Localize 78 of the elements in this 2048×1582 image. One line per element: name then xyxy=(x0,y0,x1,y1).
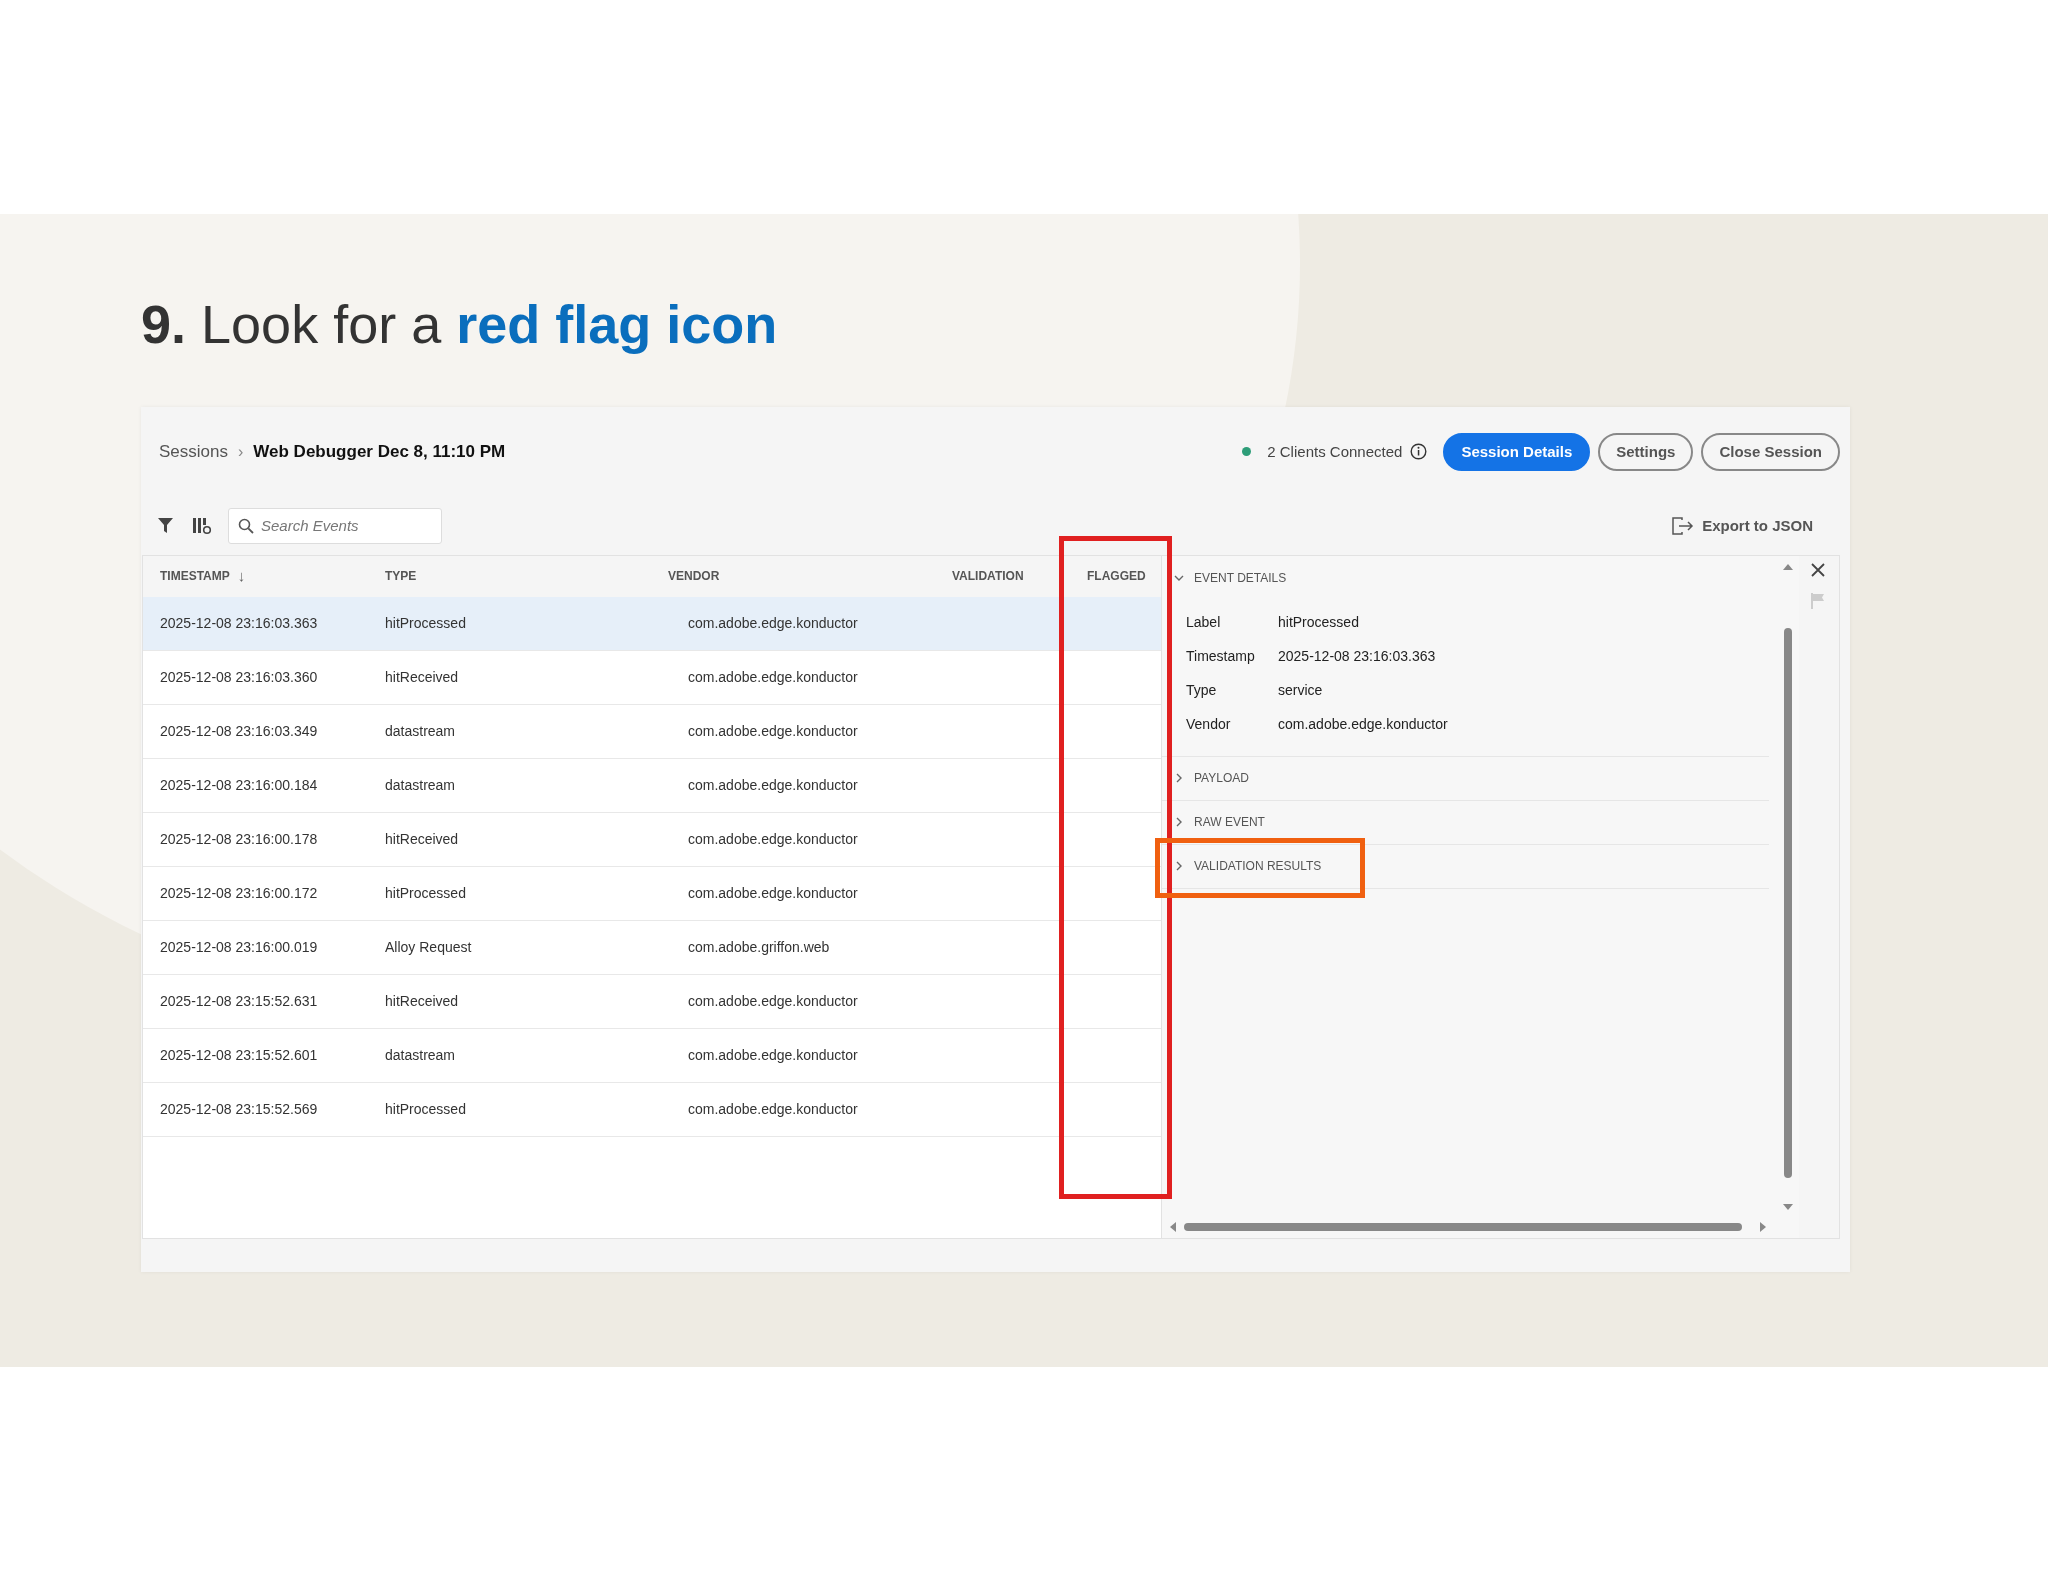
close-session-button[interactable]: Close Session xyxy=(1701,432,1840,471)
section-header[interactable]: EVENT DETAILS xyxy=(1194,568,1287,587)
session-details-button[interactable]: Session Details xyxy=(1443,432,1591,471)
settings-button[interactable]: Settings xyxy=(1598,432,1694,471)
field-label: Label xyxy=(1186,613,1222,633)
field-label: Timestamp xyxy=(1186,647,1256,667)
columns-settings-icon[interactable] xyxy=(192,516,212,535)
timestamp-cell-text: 2025-12-08 23:16:00.019 xyxy=(159,937,319,957)
type-cell-text: hitProcessed xyxy=(384,1099,467,1119)
field-value: hitProcessed xyxy=(1278,613,1359,633)
export-link[interactable]: Export to JSON xyxy=(1702,514,1813,538)
vendor-cell-text: com.adobe.edge.konductor xyxy=(687,1099,859,1119)
table-row[interactable]: 2025-12-08 23:16:00.178 hitReceived com.adobe.edge.konductor xyxy=(143,812,1059,867)
timestamp-cell-text: 2025-12-08 23:16:03.349 xyxy=(159,721,319,741)
column-header[interactable]: FLAGGED xyxy=(1087,567,1146,586)
column-header[interactable]: VENDOR xyxy=(668,567,720,586)
column-header[interactable]: TIMESTAMP xyxy=(160,567,230,586)
type-cell-text: datastream xyxy=(384,721,457,741)
chevron-right-icon[interactable] xyxy=(1174,817,1184,828)
vendor-cell-text: com.adobe.griffon.web xyxy=(687,937,831,957)
vendor-cell-text: com.adobe.edge.konductor xyxy=(687,667,859,687)
timestamp-cell-text: 2025-12-08 23:16:03.360 xyxy=(159,667,319,687)
table-row[interactable]: 2025-12-08 23:15:52.631 hitReceived com.adobe.edge.konductor xyxy=(143,974,1059,1029)
timestamp-cell-text: 2025-12-08 23:15:52.569 xyxy=(159,1099,319,1119)
breadcrumb-link[interactable]: Sessions xyxy=(151,439,228,465)
type-cell-text: hitReceived xyxy=(384,829,460,849)
timestamp-cell-text: 2025-12-08 23:16:00.184 xyxy=(159,775,319,795)
section-header[interactable]: PAYLOAD xyxy=(1194,769,1249,788)
section-header[interactable]: RAW EVENT xyxy=(1194,813,1265,832)
type-cell-text: hitProcessed xyxy=(384,613,467,633)
table-row[interactable]: 2025-12-08 23:16:03.349 datastream com.adobe.edge.konductor xyxy=(143,704,1059,759)
vendor-cell-text: com.adobe.edge.konductor xyxy=(687,613,859,633)
timestamp-cell-text: 2025-12-08 23:16:03.363 xyxy=(159,613,319,633)
search-icon xyxy=(238,517,254,534)
slide-title: 9. Look for a red flag icon xyxy=(141,293,779,356)
column-header[interactable]: TYPE xyxy=(385,567,417,586)
table-row[interactable]: 2025-12-08 23:16:00.172 hitProcessed com.adobe.edge.konductor xyxy=(143,866,1059,921)
info-icon[interactable] xyxy=(1410,443,1428,461)
timestamp-cell-text: 2025-12-08 23:16:00.178 xyxy=(159,829,319,849)
search-field[interactable]: Search Events xyxy=(228,507,442,544)
field-value: com.adobe.edge.konductor xyxy=(1278,715,1448,735)
section-header[interactable]: VALIDATION RESULTS xyxy=(1194,857,1322,876)
sort-arrow-icon[interactable]: ↓ xyxy=(237,565,246,588)
vendor-cell-text: com.adobe.edge.konductor xyxy=(687,991,859,1011)
table-row[interactable]: 2025-12-08 23:16:00.019 Alloy Request com.adobe.griffon.web xyxy=(143,920,1059,975)
filter-icon[interactable] xyxy=(157,517,174,535)
type-cell-text: Alloy Request xyxy=(384,937,473,957)
chevron-right-icon[interactable] xyxy=(1174,773,1184,784)
type-cell-text: datastream xyxy=(384,775,457,795)
type-cell-text: datastream xyxy=(384,1045,457,1065)
close-icon[interactable] xyxy=(1810,561,1826,578)
horizontal-scrollbar[interactable] xyxy=(1168,1219,1768,1234)
timestamp-cell-text: 2025-12-08 23:15:52.601 xyxy=(159,1045,319,1065)
vendor-cell-text: com.adobe.edge.konductor xyxy=(687,1045,859,1065)
export-icon[interactable] xyxy=(1672,516,1695,535)
type-cell-text: hitReceived xyxy=(384,667,460,687)
table-row[interactable]: 2025-12-08 23:16:00.184 datastream com.adobe.edge.konductor xyxy=(143,758,1059,813)
vendor-cell-text: com.adobe.edge.konductor xyxy=(687,883,859,903)
field-label: Vendor xyxy=(1186,715,1232,735)
type-cell-text: hitProcessed xyxy=(384,883,467,903)
field-value: service xyxy=(1278,681,1323,701)
timestamp-cell-text: 2025-12-08 23:15:52.631 xyxy=(159,991,319,1011)
field-value: 2025-12-08 23:16:03.363 xyxy=(1278,647,1436,667)
column-header[interactable]: VALIDATION xyxy=(952,567,1024,586)
table-row[interactable]: 2025-12-08 23:16:03.363 hitProcessed com.adobe.edge.konductor xyxy=(143,596,1059,651)
type-cell-text: hitReceived xyxy=(384,991,460,1011)
breadcrumb-current: Web Debugger Dec 8, 11:10 PM xyxy=(253,441,506,464)
breadcrumb-separator: › xyxy=(238,441,244,462)
table-row[interactable]: 2025-12-08 23:15:52.569 hitProcessed com.adobe.edge.konductor xyxy=(143,1082,1059,1137)
timestamp-cell-text: 2025-12-08 23:16:00.172 xyxy=(159,883,319,903)
table-row[interactable]: 2025-12-08 23:16:03.360 hitReceived com.adobe.edge.konductor xyxy=(143,650,1059,705)
connection-status: 2 Clients Connected xyxy=(1267,441,1403,462)
table-row[interactable]: 2025-12-08 23:15:52.601 datastream com.adobe.edge.konductor xyxy=(143,1028,1059,1083)
vendor-cell-text: com.adobe.edge.konductor xyxy=(687,829,859,849)
chevron-right-icon[interactable] xyxy=(1174,861,1184,872)
vendor-cell-text: com.adobe.edge.konductor xyxy=(687,721,859,741)
field-label: Type xyxy=(1186,681,1218,701)
vendor-cell-text: com.adobe.edge.konductor xyxy=(687,775,859,795)
